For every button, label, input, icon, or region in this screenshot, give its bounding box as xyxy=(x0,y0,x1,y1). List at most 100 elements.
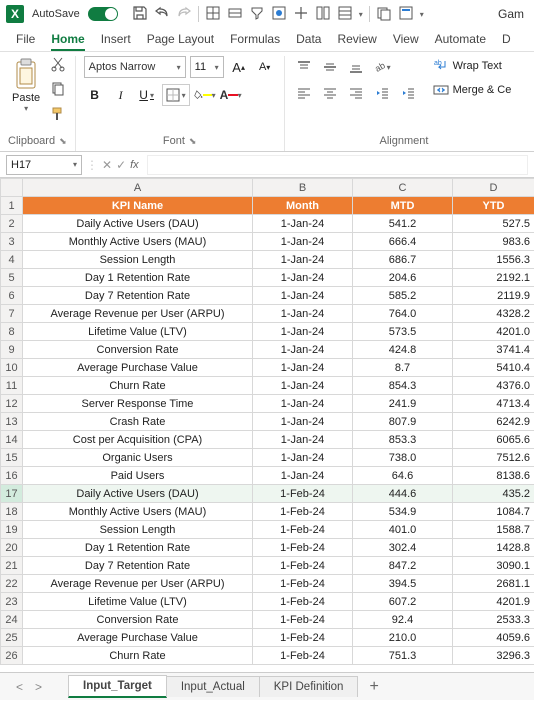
cell[interactable]: Day 1 Retention Rate xyxy=(23,269,253,287)
cell[interactable]: 5410.4 xyxy=(453,359,534,377)
cell[interactable]: 3296.3 xyxy=(453,647,534,665)
cell[interactable]: 1-Jan-24 xyxy=(253,359,353,377)
format-painter-icon[interactable] xyxy=(50,106,66,125)
cell[interactable]: 302.4 xyxy=(353,539,453,557)
cell[interactable]: 210.0 xyxy=(353,629,453,647)
tab-page-layout[interactable]: Page Layout xyxy=(147,30,214,51)
cell[interactable]: 541.2 xyxy=(353,215,453,233)
row-header[interactable]: 14 xyxy=(1,431,23,449)
qat-more-icon[interactable]: ▾ xyxy=(359,10,363,19)
align-right-button[interactable] xyxy=(345,82,367,104)
name-box[interactable]: H17▾ xyxy=(6,155,82,175)
cell[interactable]: Lifetime Value (LTV) xyxy=(23,593,253,611)
cancel-formula-icon[interactable]: ✕ xyxy=(102,158,112,172)
cell[interactable]: 854.3 xyxy=(353,377,453,395)
row-header[interactable]: 4 xyxy=(1,251,23,269)
cell[interactable]: 738.0 xyxy=(353,449,453,467)
cell[interactable]: Cost per Acquisition (CPA) xyxy=(23,431,253,449)
tab-formulas[interactable]: Formulas xyxy=(230,30,280,51)
row-header[interactable]: 18 xyxy=(1,503,23,521)
row-header[interactable]: 8 xyxy=(1,323,23,341)
qat-icon[interactable] xyxy=(227,5,243,24)
cell[interactable]: MTD xyxy=(353,197,453,215)
font-launcher-icon[interactable]: ⬊ xyxy=(189,136,197,147)
align-middle-button[interactable] xyxy=(319,56,341,78)
cell[interactable]: YTD xyxy=(453,197,534,215)
cell[interactable]: Server Response Time xyxy=(23,395,253,413)
cell[interactable]: Session Length xyxy=(23,251,253,269)
enter-formula-icon[interactable]: ✓ xyxy=(116,158,126,172)
qat-icon[interactable] xyxy=(398,5,414,24)
wrap-text-button[interactable]: ab Wrap Text xyxy=(429,56,516,76)
cell[interactable]: Day 7 Retention Rate xyxy=(23,557,253,575)
sheet-tab-input-actual[interactable]: Input_Actual xyxy=(166,676,260,697)
cell[interactable]: Paid Users xyxy=(23,467,253,485)
italic-button[interactable]: I xyxy=(110,84,132,106)
cell[interactable]: 1-Jan-24 xyxy=(253,377,353,395)
cell[interactable]: Conversion Rate xyxy=(23,611,253,629)
cell[interactable]: Day 1 Retention Rate xyxy=(23,539,253,557)
align-bottom-button[interactable] xyxy=(345,56,367,78)
cell[interactable]: 4201.9 xyxy=(453,593,534,611)
qat-customize-icon[interactable]: ▾ xyxy=(420,10,424,19)
cut-icon[interactable] xyxy=(50,56,66,75)
qat-icon[interactable] xyxy=(315,5,331,24)
cell[interactable]: Average Purchase Value xyxy=(23,629,253,647)
row-header[interactable]: 22 xyxy=(1,575,23,593)
select-all-corner[interactable] xyxy=(1,179,23,197)
font-size-select[interactable]: 11▾ xyxy=(190,56,224,78)
cell[interactable]: 1428.8 xyxy=(453,539,534,557)
cell[interactable]: 607.2 xyxy=(353,593,453,611)
redo-icon[interactable] xyxy=(176,5,192,24)
cell[interactable]: Day 7 Retention Rate xyxy=(23,287,253,305)
qat-icon[interactable] xyxy=(337,5,353,24)
fill-color-button[interactable]: ▾ xyxy=(194,84,216,106)
row-header[interactable]: 17 xyxy=(1,485,23,503)
fx-icon[interactable]: fx xyxy=(130,159,139,171)
row-header[interactable]: 13 xyxy=(1,413,23,431)
cell[interactable]: 1-Jan-24 xyxy=(253,269,353,287)
copy-icon[interactable] xyxy=(50,81,66,100)
qat-icon[interactable] xyxy=(376,5,392,24)
cell[interactable]: 2681.1 xyxy=(453,575,534,593)
cell[interactable]: 1-Feb-24 xyxy=(253,539,353,557)
cell[interactable]: 1-Jan-24 xyxy=(253,395,353,413)
cell[interactable]: Churn Rate xyxy=(23,647,253,665)
cell[interactable]: 1084.7 xyxy=(453,503,534,521)
cell[interactable]: 1-Feb-24 xyxy=(253,629,353,647)
align-left-button[interactable] xyxy=(293,82,315,104)
cell[interactable]: 6242.9 xyxy=(453,413,534,431)
cell[interactable]: 241.9 xyxy=(353,395,453,413)
cell[interactable]: Average Purchase Value xyxy=(23,359,253,377)
orientation-button[interactable]: ab▾ xyxy=(371,56,393,78)
cell[interactable]: 8.7 xyxy=(353,359,453,377)
autosave-toggle[interactable] xyxy=(88,7,118,21)
cell[interactable]: 444.6 xyxy=(353,485,453,503)
cell[interactable]: 1-Jan-24 xyxy=(253,287,353,305)
cell[interactable]: 92.4 xyxy=(353,611,453,629)
cell[interactable]: 1-Feb-24 xyxy=(253,521,353,539)
cell[interactable]: 1-Jan-24 xyxy=(253,449,353,467)
cell[interactable]: 1-Jan-24 xyxy=(253,305,353,323)
row-header[interactable]: 7 xyxy=(1,305,23,323)
row-header[interactable]: 16 xyxy=(1,467,23,485)
align-center-button[interactable] xyxy=(319,82,341,104)
cell[interactable]: 983.6 xyxy=(453,233,534,251)
cell[interactable]: 4713.4 xyxy=(453,395,534,413)
cell[interactable]: 1-Feb-24 xyxy=(253,575,353,593)
cell[interactable]: 4201.0 xyxy=(453,323,534,341)
cell[interactable]: 1-Feb-24 xyxy=(253,611,353,629)
cell[interactable]: 1-Jan-24 xyxy=(253,413,353,431)
cell[interactable]: 686.7 xyxy=(353,251,453,269)
cell[interactable]: 1-Jan-24 xyxy=(253,323,353,341)
row-header[interactable]: 9 xyxy=(1,341,23,359)
cell[interactable]: 3741.4 xyxy=(453,341,534,359)
col-header-c[interactable]: C xyxy=(353,179,453,197)
cell[interactable]: 534.9 xyxy=(353,503,453,521)
row-header[interactable]: 2 xyxy=(1,215,23,233)
row-header[interactable]: 1 xyxy=(1,197,23,215)
cell[interactable]: 1-Jan-24 xyxy=(253,467,353,485)
cell[interactable]: 2192.1 xyxy=(453,269,534,287)
tab-view[interactable]: View xyxy=(393,30,419,51)
cell[interactable]: 1-Jan-24 xyxy=(253,233,353,251)
